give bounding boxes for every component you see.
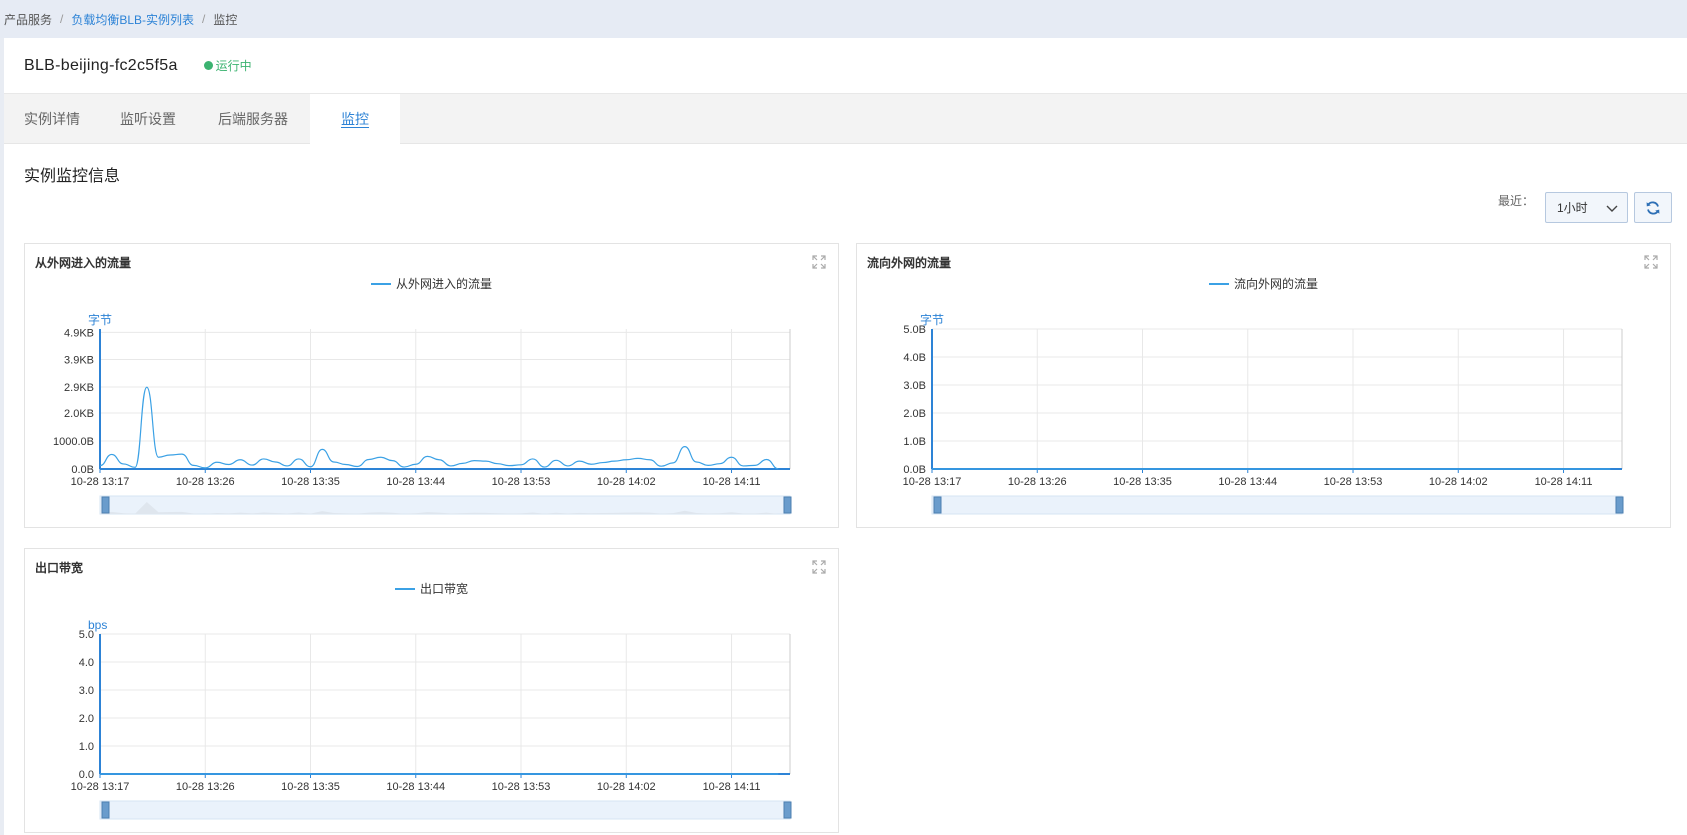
x-tick-label: 10-28 13:26	[176, 781, 235, 793]
y-tick-label: 1000.0B	[53, 436, 94, 448]
tab-bar: 实例详情 监听设置 后端服务器 监控	[4, 94, 1687, 145]
breadcrumb: 产品服务 / 负载均衡BLB-实例列表 / 监控	[0, 0, 1687, 38]
y-tick-label: 4.0B	[903, 352, 926, 364]
x-tick-label: 10-28 14:02	[597, 476, 656, 488]
tab-backend-servers[interactable]: 后端服务器	[196, 94, 310, 144]
x-tick-label: 10-28 13:17	[71, 476, 130, 488]
x-tick-label: 10-28 13:17	[903, 476, 962, 488]
y-tick-label: 4.9KB	[64, 327, 94, 339]
zoom-slider-handle	[783, 801, 792, 819]
instance-header: BLB-beijing-fc2c5f5a 运行中	[4, 38, 1687, 94]
zoom-slider-handle	[783, 496, 792, 514]
series-line	[99, 386, 779, 470]
breadcrumb-item-products[interactable]: 产品服务	[4, 11, 52, 28]
y-tick-label: 3.0B	[903, 380, 926, 392]
breadcrumb-item-monitor: 监控	[213, 12, 238, 27]
x-tick-label: 10-28 14:11	[1535, 476, 1593, 488]
y-tick-label: 4.0	[79, 657, 94, 669]
tab-listener-settings[interactable]: 监听设置	[100, 94, 196, 144]
y-axis-unit-label: 字节	[88, 312, 112, 327]
status-text: 运行中	[215, 59, 252, 73]
zoom-slider-track	[99, 800, 791, 820]
zoom-slider-handle	[1615, 496, 1624, 514]
section-title: 实例监控信息	[24, 168, 121, 185]
zoom-slider-handle	[101, 496, 110, 514]
time-range-select[interactable]: 1小时	[1545, 192, 1628, 223]
y-tick-label: 0.0B	[903, 464, 926, 476]
y-tick-label: 2.0	[79, 713, 94, 725]
chevron-down-icon	[1606, 205, 1618, 212]
chart-svg: 0.01.02.03.04.05.010-28 13:17 10-28 13:26…	[71, 618, 792, 820]
y-tick-label: 0.0	[79, 769, 94, 781]
main-card: BLB-beijing-fc2c5f5a 运行中 实例详情 监听设置 后端服务器…	[4, 38, 1687, 835]
y-axis-unit-label: bps	[88, 618, 107, 632]
zoom-slider-handle	[933, 496, 942, 514]
x-tick-label: 10-28 13:53	[1324, 476, 1383, 488]
y-tick-label: 2.9KB	[64, 382, 94, 394]
x-tick-label: 10-28 13:53	[492, 781, 551, 793]
y-tick-label: 3.0	[79, 685, 94, 697]
chart-svg: 0.0B1.0B2.0B3.0B4.0B5.0B10-28 13:17 10-28…	[903, 312, 1624, 515]
tab-monitor[interactable]: 监控	[310, 94, 400, 145]
y-tick-label: 2.0KB	[64, 408, 94, 420]
chart-svg: 0.0B 1000.0B 2.0KB 2.9KB 3.9KB 4.9KB 10-28 13:…	[53, 312, 792, 515]
y-tick-label: 1.0	[79, 741, 94, 753]
chart-panel-egress-bandwidth: 出口带宽 出口带宽 0.0 1.0 2.0 3.0 4.0 5.0 10-28 13:17 1…	[24, 548, 839, 833]
zoom-slider-track	[931, 495, 1623, 515]
instance-name: BLB-beijing-fc2c5f5a	[24, 56, 178, 74]
breadcrumb-separator: /	[202, 12, 206, 26]
status-badge: 运行中	[203, 57, 252, 74]
x-tick-label: 10-28 14:11	[703, 476, 761, 488]
refresh-button[interactable]	[1634, 192, 1672, 223]
x-tick-label: 10-28 14:02	[1429, 476, 1488, 488]
time-range-value: 1小时	[1557, 201, 1588, 215]
x-tick-label: 10-28 13:53	[492, 476, 551, 488]
refresh-icon	[1646, 201, 1660, 214]
chart-panel-inbound-traffic: 从外网进入的流量 从外网进入的流量 0.0B 1000.0B 2.0KB 2.9KB 3…	[24, 243, 839, 528]
x-tick-label: 10-28 13:35	[1113, 476, 1172, 488]
x-tick-label: 10-28 13:44	[386, 476, 445, 488]
y-tick-label: 2.0B	[903, 408, 926, 420]
range-label: 最近：	[1498, 194, 1535, 208]
y-tick-label: 1.0B	[903, 436, 926, 448]
x-tick-label: 10-28 13:35	[281, 476, 340, 488]
breadcrumb-item-blb-list[interactable]: 负载均衡BLB-实例列表	[71, 11, 194, 28]
x-tick-label: 10-28 13:26	[1008, 476, 1067, 488]
tab-instance-details[interactable]: 实例详情	[4, 94, 100, 144]
status-dot-icon	[203, 61, 213, 70]
y-tick-label: 0.0B	[71, 464, 94, 476]
x-tick-label: 10-28 13:35	[281, 781, 340, 793]
chart-panel-outbound-traffic: 流向外网的流量 流向外网的流量 0.0B 1.0B 2.0B 3.0B 4.0B 5.0B…	[856, 243, 1671, 528]
x-tick-label: 10-28 14:02	[597, 781, 656, 793]
breadcrumb-separator: /	[60, 12, 64, 26]
x-tick-label: 10-28 13:17	[71, 781, 130, 793]
y-tick-label: 3.9KB	[64, 355, 94, 367]
x-tick-label: 10-28 13:26	[176, 476, 235, 488]
x-tick-label: 10-28 13:44	[386, 781, 445, 793]
y-axis-unit-label: 字节	[920, 312, 944, 327]
zoom-slider-handle	[101, 801, 110, 819]
x-tick-label: 10-28 14:11	[703, 781, 761, 793]
x-tick-label: 10-28 13:44	[1218, 476, 1277, 488]
